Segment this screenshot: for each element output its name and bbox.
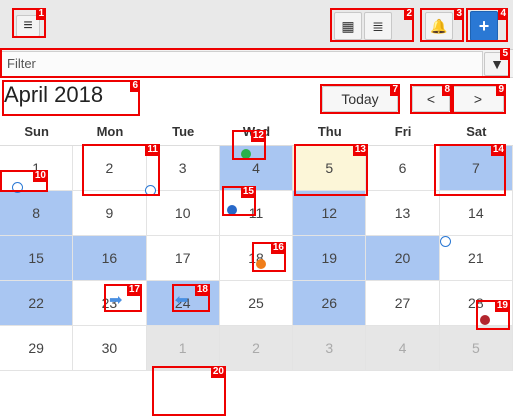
annotation-marker: 5 — [0, 48, 510, 78]
weekday-tue: Tue — [172, 124, 195, 139]
annotation-marker: 4 — [466, 8, 508, 42]
event-ring[interactable] — [440, 236, 451, 247]
day-cell-next-month[interactable]: 2 — [219, 326, 294, 371]
day-cell-next-month[interactable]: 1 — [146, 326, 220, 371]
day-cell[interactable]: 27 — [366, 281, 440, 326]
weekday-mon: Mon — [96, 124, 124, 139]
day-cell-next-month[interactable]: 5 — [439, 326, 513, 371]
annotation-marker: 6 — [2, 80, 140, 116]
annotation-marker: 15 — [222, 186, 256, 216]
day-cell[interactable]: 9 — [73, 191, 147, 236]
day-cell[interactable]: 14 — [439, 191, 513, 236]
day-cell[interactable]: 30 — [73, 326, 147, 371]
annotation-marker: 12 — [232, 130, 266, 160]
annotation-marker: 2 — [330, 8, 414, 42]
day-cell-next-month[interactable]: 4 — [366, 326, 440, 371]
day-cell[interactable]: 6 — [366, 146, 440, 191]
day-cell[interactable]: 15 — [0, 236, 74, 281]
day-cell[interactable]: 19 — [293, 236, 367, 281]
weekday-thu: Thu — [317, 124, 342, 139]
annotation-marker: 18 — [172, 284, 210, 312]
day-cell[interactable]: 16 — [73, 236, 147, 281]
day-cell[interactable]: 29 — [0, 326, 74, 371]
day-cell-next-month[interactable]: 3 — [293, 326, 367, 371]
day-cell[interactable]: 25 — [219, 281, 294, 326]
day-cell[interactable]: 17 — [146, 236, 220, 281]
annotation-marker: 16 — [252, 242, 286, 272]
annotation-marker: 3 — [420, 8, 464, 42]
day-cell[interactable]: 22 — [0, 281, 74, 326]
annotation-marker: 20 — [152, 366, 226, 416]
annotation-marker: 10 — [0, 170, 48, 192]
annotation-marker: 8 — [410, 84, 452, 114]
weekday-fri: Fri — [394, 124, 412, 139]
annotation-marker: 19 — [476, 300, 510, 330]
annotation-marker: 13 — [294, 144, 368, 196]
weekday-sun: Sun — [24, 124, 49, 139]
annotation-marker: 1 — [12, 8, 46, 38]
day-cell[interactable]: 20 — [366, 236, 440, 281]
annotation-marker: 9 — [452, 84, 506, 114]
annotation-marker: 11 — [82, 144, 160, 196]
day-cell[interactable]: 8 — [0, 191, 74, 236]
day-cell[interactable]: 13 — [366, 191, 440, 236]
weekday-sat: Sat — [466, 124, 487, 139]
annotation-marker: 14 — [434, 144, 506, 196]
annotation-marker: 17 — [104, 284, 142, 312]
day-cell[interactable]: 10 — [146, 191, 220, 236]
annotation-marker: 7 — [320, 84, 400, 114]
day-cell[interactable]: 12 — [293, 191, 367, 236]
day-cell[interactable]: 26 — [293, 281, 367, 326]
